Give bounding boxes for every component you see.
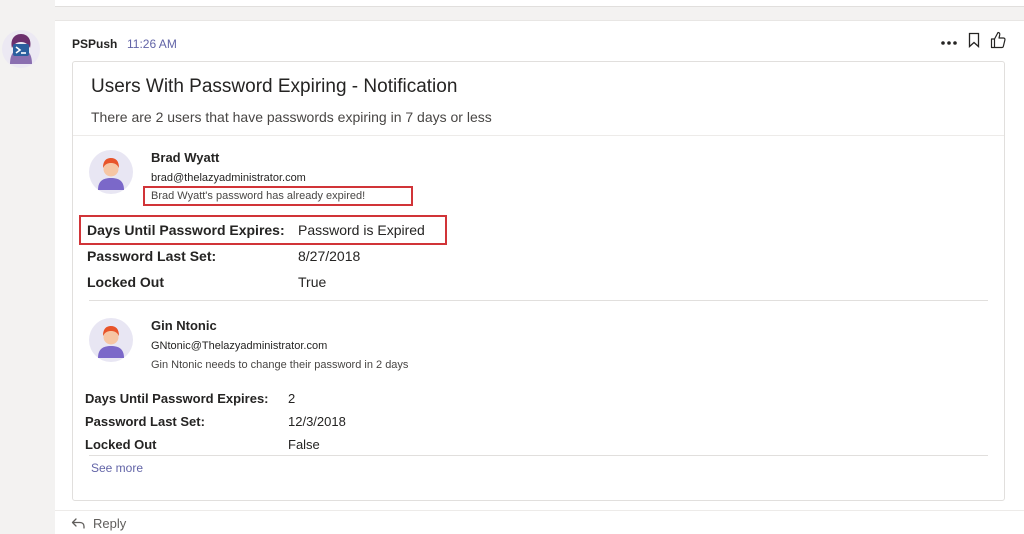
bookmark-icon[interactable] <box>968 32 980 53</box>
fact-label: Password Last Set: <box>85 414 205 429</box>
user-avatar <box>89 318 133 362</box>
user-avatar-icon <box>89 318 133 362</box>
fact-value: 8/27/2018 <box>298 248 361 264</box>
bot-avatar-icon <box>2 30 40 68</box>
card-separator <box>73 135 1004 136</box>
fact-value: Password is Expired <box>298 222 425 238</box>
fact-value: True <box>298 274 327 290</box>
chat-message: PSPush 11:26 AM Users With Password Expi… <box>55 20 1024 511</box>
user-name: Gin Ntonic <box>151 318 217 333</box>
reply-arrow-icon <box>71 516 85 529</box>
message-actions <box>930 31 1006 54</box>
card-title: Users With Password Expiring - Notificat… <box>91 76 458 97</box>
card-subtitle: There are 2 users that have passwords ex… <box>91 109 492 125</box>
user-email[interactable]: GNtonic@Thelazyadministrator.com <box>151 340 327 352</box>
like-icon[interactable] <box>990 31 1006 54</box>
user-avatar <box>89 150 133 194</box>
see-more-link[interactable]: See more <box>91 461 143 475</box>
message-time: 11:26 AM <box>127 37 177 51</box>
reply-bar[interactable]: Reply <box>55 510 1024 534</box>
user-avatar-icon <box>89 150 133 194</box>
fact-value: 12/3/2018 <box>288 414 346 429</box>
fact-label: Days Until Password Expires: <box>85 391 269 406</box>
fact-label: Locked Out <box>85 437 157 452</box>
user-status-note: Brad Wyatt's password has already expire… <box>151 190 366 202</box>
user-name: Brad Wyatt <box>151 150 220 165</box>
message-sender[interactable]: PSPush <box>72 37 117 51</box>
user-divider <box>89 300 988 301</box>
fact-label: Locked Out <box>87 274 165 290</box>
user-status-note: Gin Ntonic needs to change their passwor… <box>151 359 409 371</box>
fact-value: 2 <box>288 391 296 406</box>
user-divider <box>89 455 988 456</box>
fact-value: False <box>288 437 320 452</box>
bot-avatar[interactable] <box>2 30 40 68</box>
previous-message-edge <box>55 0 1024 7</box>
user-email[interactable]: brad@thelazyadministrator.com <box>151 172 306 184</box>
fact-label: Password Last Set: <box>87 248 217 264</box>
fact-label: Days Until Password Expires: <box>87 222 285 238</box>
reply-label: Reply <box>93 516 127 531</box>
more-options-icon[interactable] <box>940 33 958 51</box>
adaptive-card: Users With Password Expiring - Notificat… <box>72 61 1005 501</box>
